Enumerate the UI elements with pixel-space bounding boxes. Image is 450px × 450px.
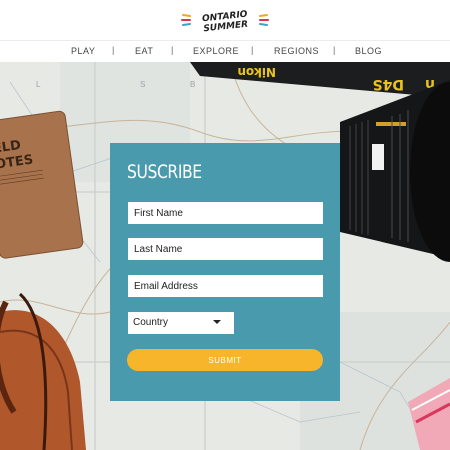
chevron-down-icon: [213, 320, 221, 324]
subscribe-title: SUSCRIBE: [127, 161, 202, 183]
map-letter: S: [140, 80, 145, 89]
nav-separator: |: [112, 45, 115, 55]
submit-button[interactable]: SUBMIT: [127, 349, 323, 371]
last-name-field[interactable]: [128, 238, 323, 260]
ontario-summer-logo[interactable]: ONTARIO SUMMER: [175, 6, 275, 34]
map-letter: L: [36, 80, 41, 89]
site-header: ONTARIO SUMMER: [0, 0, 450, 40]
nav-item-regions[interactable]: REGIONS: [274, 46, 319, 56]
svg-text:Nikon: Nikon: [237, 65, 276, 79]
nav-item-eat[interactable]: EAT: [135, 46, 153, 56]
nav-separator: |: [333, 45, 336, 55]
map-letter: B: [190, 80, 195, 89]
nav-separator: |: [251, 45, 254, 55]
country-select-label: Country: [133, 317, 169, 328]
main-nav: PLAY | EAT | EXPLORE | REGIONS | BLOG: [0, 40, 450, 62]
email-field[interactable]: [128, 275, 323, 297]
subscribe-form: SUSCRIBE Country SUBMIT: [110, 143, 340, 401]
nav-item-play[interactable]: PLAY: [71, 46, 95, 56]
svg-text:D4S: D4S: [373, 76, 404, 92]
country-select[interactable]: Country: [128, 312, 234, 334]
nav-item-explore[interactable]: EXPLORE: [193, 46, 239, 56]
nav-item-blog[interactable]: BLOG: [355, 46, 382, 56]
nav-separator: |: [171, 45, 174, 55]
first-name-field[interactable]: [128, 202, 323, 224]
